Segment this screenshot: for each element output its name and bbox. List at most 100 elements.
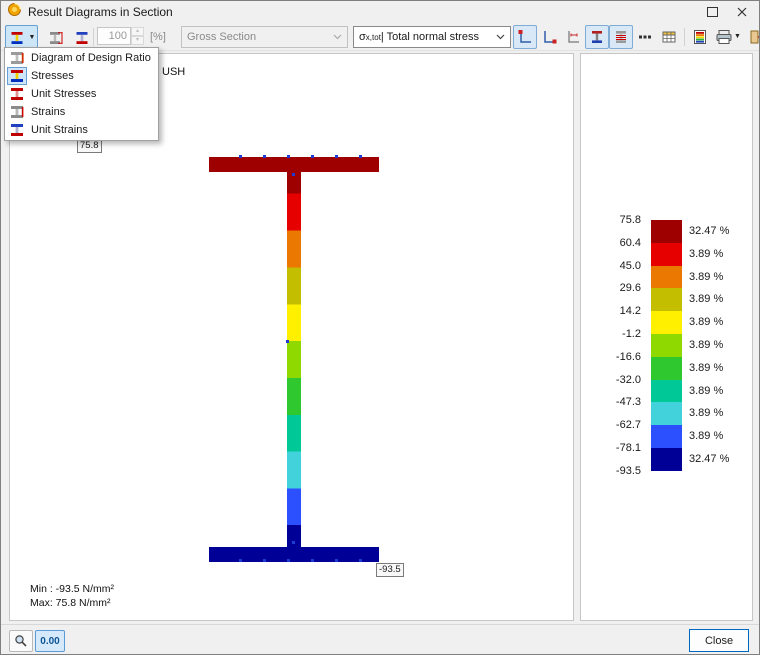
section-type-select: Gross Section — [181, 26, 348, 48]
menu-item-strains[interactable]: Strains — [6, 103, 157, 121]
dropdown-arrow-icon: ▼ — [734, 33, 741, 40]
spin-down-icon: ▾ — [131, 36, 144, 45]
section-name-fragment: USH — [162, 66, 185, 78]
legend-value: -62.7 — [595, 419, 641, 431]
maximize-icon — [707, 7, 718, 17]
close-button[interactable]: Close — [689, 629, 749, 652]
legend-value: 14.2 — [595, 305, 641, 317]
toolbar-separator — [93, 28, 94, 46]
legend-color-band — [651, 380, 682, 403]
stress-point-dot — [311, 559, 314, 562]
legend-color-band — [651, 425, 682, 448]
unit-strains-icon — [8, 122, 26, 138]
section-dimensions-button[interactable] — [561, 25, 585, 49]
stress-point-dot — [286, 340, 289, 343]
section-points-button[interactable] — [513, 25, 537, 49]
color-panel-button[interactable] — [688, 25, 712, 49]
stress-diagram-icon — [6, 30, 27, 46]
section-dimensions-icon — [565, 29, 581, 45]
menu-item-unit-strains[interactable]: Unit Strains — [6, 121, 157, 139]
legend-color-band — [651, 448, 682, 471]
spin-up-icon: ▴ — [131, 27, 144, 36]
result-table-button[interactable] — [657, 25, 681, 49]
stress-point-dot — [263, 559, 266, 562]
legend-percent: 3.89 % — [689, 402, 743, 425]
close-window-button[interactable] — [727, 2, 757, 22]
section-points-icon — [517, 29, 533, 45]
show-values-icon — [637, 29, 653, 45]
legend-percent: 32.47 % — [689, 220, 743, 243]
stress-point-dot — [359, 559, 362, 562]
print-button[interactable]: ▼ — [712, 25, 744, 49]
section-outline-button[interactable] — [537, 25, 561, 49]
stress-point-dot — [311, 155, 314, 158]
menu-item-diagram-of-design-ratio[interactable]: Diagram of Design Ratio — [6, 49, 157, 67]
stress-point-dot — [359, 155, 362, 158]
menu-item-label: Strains — [31, 106, 65, 118]
close-preview-button[interactable] — [744, 25, 760, 49]
stress-point-dot — [335, 155, 338, 158]
statusbar: 0.00 Close — [1, 624, 759, 655]
legend-percent: 3.89 % — [689, 288, 743, 311]
scale-unit-label: [%] — [150, 31, 166, 43]
toolbar-separator — [684, 28, 685, 46]
dropdown-arrow-icon: ▼ — [27, 34, 37, 41]
section-bottom-flange — [209, 547, 379, 562]
legend-value: 45.0 — [595, 260, 641, 272]
stress-point-dot — [287, 559, 290, 562]
show-hatching-button[interactable] — [609, 25, 633, 49]
legend-color-band — [651, 311, 682, 334]
stress-point-dot — [239, 155, 242, 158]
legend-color-band — [651, 220, 682, 243]
stress-point-dot — [292, 173, 295, 176]
stress-point-dot — [239, 559, 242, 562]
legend-value: -78.1 — [595, 442, 641, 454]
section-type-value: Gross Section — [187, 31, 256, 43]
stress-type-select[interactable]: σx,tot | Total normal stress — [353, 26, 511, 48]
diagram-type-menu: Diagram of Design RatioStresses Unit Stre… — [4, 47, 159, 141]
menu-item-label: Unit Stresses — [31, 88, 96, 100]
menu-item-label: Unit Strains — [31, 124, 88, 136]
show-diagram-icon — [589, 29, 605, 45]
titlebar: Result Diagrams in Section — [1, 1, 759, 23]
show-values-button[interactable] — [633, 25, 657, 49]
section-outline-icon — [541, 29, 557, 45]
legend-value: -16.6 — [595, 351, 641, 363]
section-web — [287, 172, 301, 547]
show-diagram-button[interactable] — [585, 25, 609, 49]
app-icon — [7, 2, 22, 22]
chevron-down-icon — [333, 34, 342, 40]
magnifier-icon — [14, 634, 28, 648]
print-icon — [715, 29, 733, 45]
stresses-icon — [8, 68, 26, 84]
menu-item-stresses[interactable]: Stresses — [6, 67, 157, 85]
minmax-block: Min : -93.5 N/mm² Max: 75.8 N/mm² — [30, 582, 114, 610]
legend-value: 75.8 — [595, 214, 641, 226]
unit-stresses-icon — [8, 86, 26, 102]
min-value-text: Min : -93.5 N/mm² — [30, 582, 114, 596]
legend-percent: 3.89 % — [689, 243, 743, 266]
zoom-button[interactable] — [9, 630, 33, 652]
close-icon — [737, 7, 747, 17]
color-panel-icon — [692, 29, 708, 45]
stress-point-dot — [335, 559, 338, 562]
decimal-places-button[interactable]: 0.00 — [35, 630, 65, 652]
legend-panel: 75.860.445.029.614.2-1.2-16.6-32.0-47.3-… — [580, 53, 753, 621]
maximize-button[interactable] — [697, 2, 727, 22]
design-ratio-icon — [8, 50, 26, 66]
show-hatching-icon — [613, 29, 629, 45]
legend-value: -47.3 — [595, 396, 641, 408]
max-stress-label: 75.8 — [77, 139, 102, 153]
caption-buttons — [697, 2, 757, 22]
chevron-down-icon — [496, 34, 505, 40]
menu-item-unit-stresses[interactable]: Unit Stresses — [6, 85, 157, 103]
legend-color-band — [651, 334, 682, 357]
legend-percent: 32.47 % — [689, 448, 743, 471]
legend-color-band — [651, 357, 682, 380]
legend-value: 60.4 — [595, 237, 641, 249]
section-top-flange — [209, 157, 379, 172]
strains-icon — [8, 104, 26, 120]
scale-input — [97, 27, 131, 45]
legend-percent: 3.89 % — [689, 357, 743, 380]
result-diagrams-window: Result Diagrams in Section ▼ ▴ ▾ [%] — [0, 0, 760, 655]
